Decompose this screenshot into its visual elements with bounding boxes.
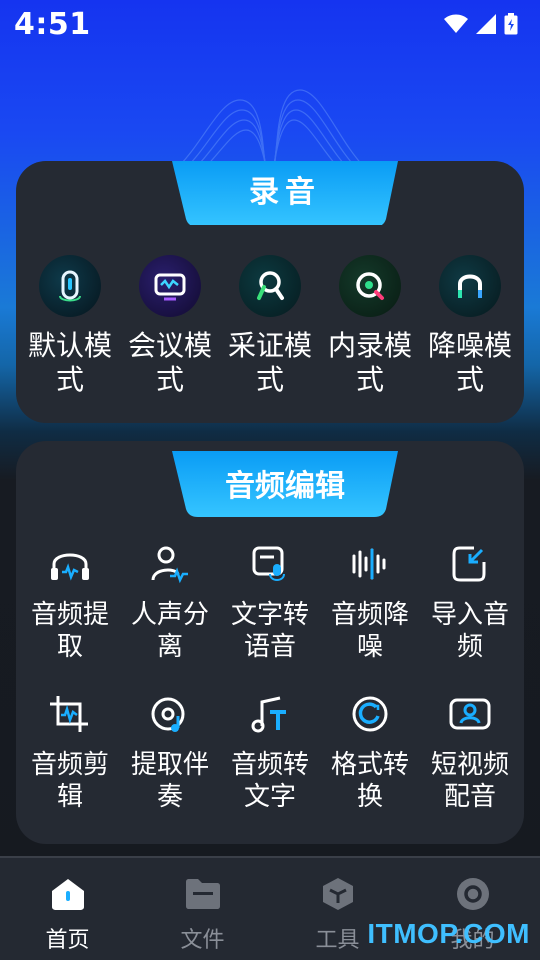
sound-bars-icon [347, 541, 393, 587]
status-bar: 4:51 [0, 0, 540, 48]
tool-format-convert[interactable]: 格式转换 [323, 691, 417, 841]
note-text-icon [247, 691, 293, 737]
mode-label: 采证模式 [227, 329, 312, 396]
mode-evidence[interactable]: 采证模式 [223, 255, 317, 397]
signal-icon [476, 14, 496, 34]
convert-circle-icon [347, 691, 393, 737]
noise-reduction-icon [439, 255, 501, 317]
nav-files[interactable]: 文件 [138, 858, 268, 954]
mode-internal[interactable]: 内录模式 [323, 255, 417, 397]
tool-label: 提取伴奏 [130, 750, 209, 812]
wifi-icon [444, 14, 468, 33]
nav-label: 首页 [45, 928, 90, 953]
tool-label: 人声分离 [130, 600, 209, 662]
crop-wave-icon [47, 691, 93, 737]
tool-label: 音频转文字 [230, 750, 309, 812]
tool-label: 音频剪辑 [30, 750, 109, 812]
edit-section-title: 音频编辑 [225, 469, 345, 504]
nav-label: 文件 [180, 928, 225, 953]
home-icon [48, 874, 88, 914]
mode-label: 默认模式 [27, 329, 112, 396]
record-section-header: 录音 [172, 153, 398, 225]
person-wave-icon [147, 541, 193, 587]
mode-noise-reduction[interactable]: 降噪模式 [423, 255, 517, 397]
folder-icon [183, 874, 223, 914]
profile-icon [453, 874, 493, 914]
tool-audio-to-text[interactable]: 音频转文字 [223, 691, 317, 841]
nav-label: 工具 [315, 928, 360, 953]
record-mode-row: 默认模式 会议模式 采证模式 内录模式 降噪模式 [16, 255, 524, 397]
record-card: 录音 默认模式 会议模式 采证模式 内录模式 降噪模式 [16, 161, 524, 423]
edit-row: 音频提取 人声分离 文字转语音 音频降噪 导入音频 [16, 541, 524, 691]
tool-vocal-separation[interactable]: 人声分离 [123, 541, 217, 691]
meeting-screen-icon [139, 255, 201, 317]
record-section-title: 录音 [249, 175, 321, 210]
watermark: ITMOP.COM [367, 918, 530, 949]
tool-label: 导入音频 [430, 600, 509, 662]
mode-label: 降噪模式 [427, 329, 512, 396]
import-arrow-icon [447, 541, 493, 587]
audio-edit-card: 音频编辑 音频提取 人声分离 文字转语音 音频降噪 导入音频 音频剪辑 提取伴奏… [16, 441, 524, 844]
video-person-icon [447, 691, 493, 737]
tool-audio-cut[interactable]: 音频剪辑 [23, 691, 117, 841]
mode-default[interactable]: 默认模式 [23, 255, 117, 397]
tool-label: 音频降噪 [330, 600, 409, 662]
tool-audio-denoise[interactable]: 音频降噪 [323, 541, 417, 691]
headphones-wave-icon [47, 541, 93, 587]
tool-audio-extract[interactable]: 音频提取 [23, 541, 117, 691]
evidence-magnifier-icon [239, 255, 301, 317]
tool-text-to-speech[interactable]: 文字转语音 [223, 541, 317, 691]
tool-import-audio[interactable]: 导入音频 [423, 541, 517, 691]
text-to-speech-icon [247, 541, 293, 587]
toolbox-icon [318, 874, 358, 914]
mode-label: 内录模式 [327, 329, 412, 396]
disc-note-icon [147, 691, 193, 737]
nav-home[interactable]: 首页 [3, 858, 133, 954]
edit-row: 音频剪辑 提取伴奏 音频转文字 格式转换 短视频配音 [16, 691, 524, 841]
tool-label: 格式转换 [330, 750, 409, 812]
status-icons [444, 13, 518, 35]
tool-label: 文字转语音 [230, 600, 309, 662]
tool-label: 音频提取 [30, 600, 109, 662]
tool-label: 短视频配音 [430, 750, 509, 812]
mode-meeting[interactable]: 会议模式 [123, 255, 217, 397]
edit-section-header: 音频编辑 [172, 451, 398, 523]
status-time: 4:51 [14, 6, 91, 42]
mic-capsule-icon [39, 255, 101, 317]
edit-tools-grid: 音频提取 人声分离 文字转语音 音频降噪 导入音频 音频剪辑 提取伴奏 音频转文… [16, 541, 524, 841]
internal-record-icon [339, 255, 401, 317]
battery-icon [504, 13, 518, 35]
tool-short-video-dubbing[interactable]: 短视频配音 [423, 691, 517, 841]
mode-label: 会议模式 [127, 329, 212, 396]
tool-extract-accompaniment[interactable]: 提取伴奏 [123, 691, 217, 841]
